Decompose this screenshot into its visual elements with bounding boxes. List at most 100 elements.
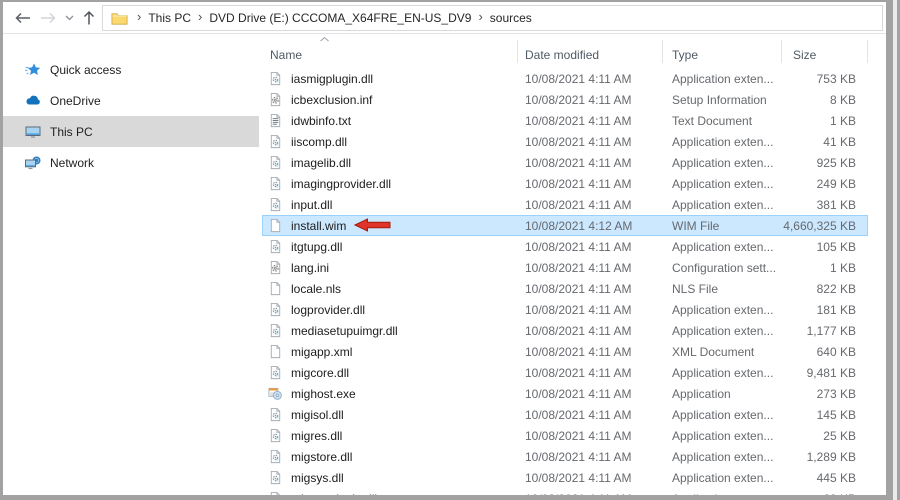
breadcrumb-item-dvd-drive-e-cccoma-x64fre-en-us-dv9[interactable]: DVD Drive (E:) CCCOMA_X64FRE_EN-US_DV9 <box>209 11 471 25</box>
sidebar-item-onedrive[interactable]: OneDrive <box>3 85 259 116</box>
file-row-logprovider-dll[interactable]: logprovider.dll10/08/2021 4:11 AMApplica… <box>262 299 868 320</box>
file-row-install-wim[interactable]: install.wim10/08/2021 4:12 AMWIM File4,6… <box>262 215 868 236</box>
file-date-modified: 10/08/2021 4:11 AM <box>518 471 663 485</box>
file-date-modified: 10/08/2021 4:11 AM <box>518 177 663 191</box>
file-row-imagelib-dll[interactable]: imagelib.dll10/08/2021 4:11 AMApplicatio… <box>262 152 868 173</box>
breadcrumb-separator[interactable]: › <box>471 9 489 24</box>
dll-file-icon <box>268 323 283 338</box>
breadcrumb-item-sources[interactable]: sources <box>490 11 532 25</box>
file-name-cell: migapp.xml <box>262 344 518 359</box>
up-arrow-icon <box>83 10 95 25</box>
file-name: icbexclusion.inf <box>291 93 372 107</box>
file-row-migcore-dll[interactable]: migcore.dll10/08/2021 4:11 AMApplication… <box>262 362 868 383</box>
file-name: migres.dll <box>291 429 342 443</box>
file-row-iiscomp-dll[interactable]: iiscomp.dll10/08/2021 4:11 AMApplication… <box>262 131 868 152</box>
back-button[interactable] <box>9 5 35 31</box>
dll-file-icon <box>268 239 283 254</box>
file-rows: iasmigplugin.dll10/08/2021 4:11 AMApplic… <box>259 68 886 495</box>
file-row-input-dll[interactable]: input.dll10/08/2021 4:11 AMApplication e… <box>262 194 868 215</box>
file-size: 8 KB <box>782 93 868 107</box>
file-date-modified: 10/08/2021 4:11 AM <box>518 345 663 359</box>
file-size: 105 KB <box>782 240 868 254</box>
file-row-migapp-xml[interactable]: migapp.xml10/08/2021 4:11 AMXML Document… <box>262 341 868 362</box>
file-row-iasmigplugin-dll[interactable]: iasmigplugin.dll10/08/2021 4:11 AMApplic… <box>262 68 868 89</box>
file-date-modified: 10/08/2021 4:11 AM <box>518 135 663 149</box>
file-row-migtestplugin-dll[interactable]: migtestplugin.dll10/08/2021 4:11 AMAppli… <box>262 488 868 495</box>
file-row-lang-ini[interactable]: lang.ini10/08/2021 4:11 AMConfiguration … <box>262 257 868 278</box>
file-name: migcore.dll <box>291 366 349 380</box>
file-row-mighost-exe[interactable]: mighost.exe10/08/2021 4:11 AMApplication… <box>262 383 868 404</box>
file-size: 640 KB <box>782 345 868 359</box>
file-row-migres-dll[interactable]: migres.dll10/08/2021 4:11 AMApplication … <box>262 425 868 446</box>
file-name: input.dll <box>291 198 332 212</box>
chevron-down-icon <box>65 15 74 21</box>
generic-file-icon <box>268 218 283 233</box>
generic-file-icon <box>268 344 283 359</box>
column-header-label: Type <box>672 48 698 62</box>
column-header-date-modified[interactable]: Date modified <box>518 34 663 68</box>
breadcrumb-item-this-pc[interactable]: This PC <box>148 11 191 25</box>
recent-locations-button[interactable] <box>61 5 77 31</box>
file-name-cell: imagingprovider.dll <box>262 176 518 191</box>
up-button[interactable] <box>77 5 101 31</box>
file-name-cell: migcore.dll <box>262 365 518 380</box>
file-name: imagingprovider.dll <box>291 177 391 191</box>
file-name-cell: migres.dll <box>262 428 518 443</box>
file-row-migsys-dll[interactable]: migsys.dll10/08/2021 4:11 AMApplication … <box>262 467 868 488</box>
file-row-locale-nls[interactable]: locale.nls10/08/2021 4:11 AMNLS File822 … <box>262 278 868 299</box>
column-header-type[interactable]: Type <box>663 34 782 68</box>
file-type: Configuration sett... <box>663 261 782 275</box>
column-header-name[interactable]: Name <box>262 34 518 68</box>
file-type: Application exten... <box>663 366 782 380</box>
file-date-modified: 10/08/2021 4:11 AM <box>518 240 663 254</box>
address-bar[interactable]: ›This PC›DVD Drive (E:) CCCOMA_X64FRE_EN… <box>102 5 883 31</box>
file-size: 1 KB <box>782 261 868 275</box>
file-name-cell: migstore.dll <box>262 449 518 464</box>
file-name: itgtupg.dll <box>291 240 342 254</box>
sidebar-item-network[interactable]: Network <box>3 147 259 178</box>
file-name: mighost.exe <box>291 387 356 401</box>
dll-file-icon <box>268 155 283 170</box>
file-name-cell: mighost.exe <box>262 386 518 401</box>
file-name-cell: input.dll <box>262 197 518 212</box>
file-size: 1 KB <box>782 114 868 128</box>
breadcrumb-separator[interactable]: › <box>191 9 209 24</box>
file-type: Application exten... <box>663 429 782 443</box>
sort-ascending-icon <box>319 36 330 42</box>
file-row-idwbinfo-txt[interactable]: idwbinfo.txt10/08/2021 4:11 AMText Docum… <box>262 110 868 131</box>
file-type: Setup Information <box>663 93 782 107</box>
explorer-body: Quick accessOneDriveThis PCNetwork NameD… <box>3 34 886 495</box>
file-row-imagingprovider-dll[interactable]: imagingprovider.dll10/08/2021 4:11 AMApp… <box>262 173 868 194</box>
dll-file-icon <box>268 449 283 464</box>
this-pc-monitor-icon <box>24 124 42 140</box>
dll-file-icon <box>268 197 283 212</box>
file-date-modified: 10/08/2021 4:11 AM <box>518 261 663 275</box>
sidebar-item-quick-access[interactable]: Quick access <box>3 54 259 85</box>
file-name-cell: lang.ini <box>262 260 518 275</box>
breadcrumb-separator[interactable]: › <box>130 9 148 24</box>
file-row-migstore-dll[interactable]: migstore.dll10/08/2021 4:11 AMApplicatio… <box>262 446 868 467</box>
file-name-cell: migisol.dll <box>262 407 518 422</box>
file-size: 1,177 KB <box>782 324 868 338</box>
file-size: 925 KB <box>782 156 868 170</box>
forward-button[interactable] <box>35 5 61 31</box>
file-row-itgtupg-dll[interactable]: itgtupg.dll 10/08/2021 4:11 AMApplication… <box>262 236 868 257</box>
file-type: Application exten... <box>663 240 782 254</box>
file-size: 753 KB <box>782 72 868 86</box>
file-size: 273 KB <box>782 387 868 401</box>
sidebar-item-this-pc[interactable]: This PC <box>3 116 259 147</box>
file-row-mediasetupuimgr-dll[interactable]: mediasetupuimgr.dll10/08/2021 4:11 AMApp… <box>262 320 868 341</box>
file-name: mediasetupuimgr.dll <box>291 324 398 338</box>
file-name: iasmigplugin.dll <box>291 72 373 86</box>
file-type: NLS File <box>663 282 782 296</box>
file-date-modified: 10/08/2021 4:11 AM <box>518 93 663 107</box>
file-row-migisol-dll[interactable]: migisol.dll10/08/2021 4:11 AMApplication… <box>262 404 868 425</box>
file-name: install.wim <box>291 219 346 233</box>
file-date-modified: 10/08/2021 4:11 AM <box>518 114 663 128</box>
column-header-size[interactable]: Size <box>782 34 868 68</box>
navigation-pane: Quick accessOneDriveThis PCNetwork <box>3 34 259 495</box>
dll-file-icon <box>268 491 283 495</box>
dll-file-icon <box>268 71 283 86</box>
file-size: 381 KB <box>782 198 868 212</box>
file-row-icbexclusion-inf[interactable]: icbexclusion.inf 10/08/2021 4:11 AMSetup … <box>262 89 868 110</box>
